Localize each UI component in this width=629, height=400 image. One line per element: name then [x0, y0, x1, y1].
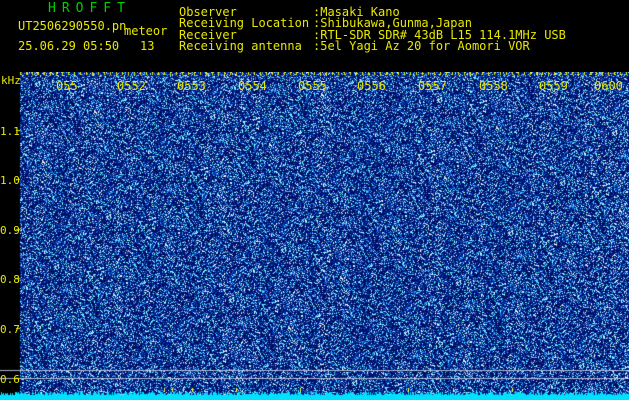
brand-title: HROFFT: [48, 1, 131, 16]
antenna-label: Receiving antenna: [179, 39, 302, 53]
x-tick-0555: 0555: [298, 79, 327, 93]
y-tick-0-9: 0.9: [0, 224, 20, 237]
x-tick-0556: 0556: [357, 79, 386, 93]
spectrogram-canvas: [0, 72, 629, 400]
x-tick-0551: 055: [56, 79, 78, 93]
filename-label: UT2506290550.pn: [18, 19, 127, 33]
y-tick-0-7: 0.7: [0, 323, 20, 336]
count-label: 13: [140, 39, 155, 53]
x-tick-0557: 0557: [418, 79, 447, 93]
y-tick-0-6: 0.6: [0, 373, 20, 386]
spectrogram-panel: [0, 72, 629, 400]
mode-label: meteor: [124, 24, 168, 38]
x-tick-0552: 0552: [117, 79, 146, 93]
header-panel: HROFFT UT2506290550.pn meteor 25.06.29 0…: [0, 0, 629, 72]
x-tick-0558: 0558: [479, 79, 508, 93]
y-tick-1-0: 1.0: [0, 174, 20, 187]
datetime-label: 25.06.29 05:50: [18, 39, 120, 53]
x-tick-0553: 0553: [177, 79, 206, 93]
x-tick-0559: 0559: [539, 79, 568, 93]
y-tick-1-1: 1.1: [0, 125, 20, 138]
x-tick-0554: 0554: [238, 79, 267, 93]
y-axis-unit: kHz: [1, 74, 21, 87]
y-tick-0-8: 0.8: [0, 273, 20, 286]
x-tick-0600: 0600: [594, 79, 623, 93]
antenna-value: :5el Yagi Az 20 for Aomori VOR: [313, 39, 530, 53]
